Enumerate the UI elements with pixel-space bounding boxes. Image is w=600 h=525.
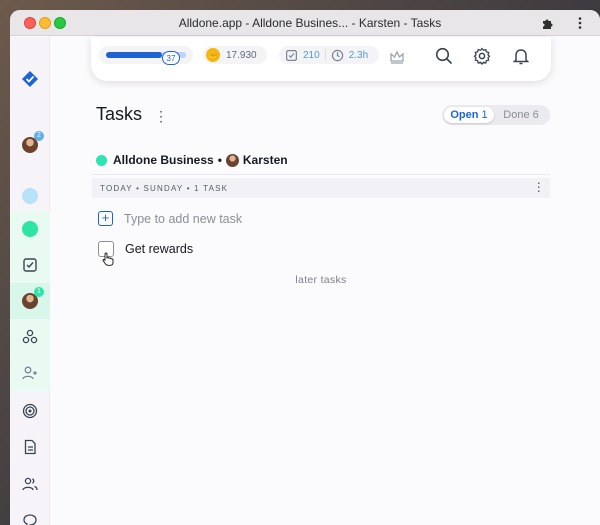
notification-badge: 2	[34, 131, 44, 141]
day-header-label: TODAY • SUNDAY • 1 TASK	[100, 183, 229, 193]
close-window-button[interactable]	[24, 17, 36, 29]
minimize-window-button[interactable]	[39, 17, 51, 29]
project-color-dot	[22, 188, 38, 204]
open-done-toggle: Open 1 Done 6	[442, 105, 550, 125]
contacts-icon	[22, 477, 38, 491]
integrations-icon	[22, 329, 38, 344]
gold-amount: 17.930	[226, 49, 257, 61]
title-bar: Alldone.app - Alldone Busines... - Karst…	[10, 10, 600, 36]
avatar: 1	[22, 287, 44, 309]
tab-done-label: Done	[503, 109, 530, 121]
later-tasks-link[interactable]: later tasks	[92, 274, 550, 286]
sidebar-item-add-user[interactable]	[10, 355, 50, 391]
settings-gear-icon[interactable]	[473, 47, 491, 65]
sidebar-item-notes[interactable]	[10, 429, 50, 465]
project-name: Alldone Business	[113, 153, 214, 167]
notifications-bell-icon[interactable]	[512, 47, 530, 65]
day-more-options-icon[interactable]: ⋮	[533, 180, 546, 194]
hand-pointer-cursor-icon	[102, 252, 114, 266]
extensions-icon[interactable]	[540, 15, 556, 31]
task-title[interactable]: Get rewards	[125, 242, 193, 256]
maximize-window-button[interactable]	[54, 17, 66, 29]
sidebar-project-green[interactable]	[10, 211, 50, 247]
top-bar: 37 ✊ 17.930 210 2.3h	[91, 37, 551, 81]
sidebar-project-blue[interactable]	[10, 178, 50, 214]
progress-track: 37	[106, 51, 186, 65]
title-more-options-icon[interactable]: ⋮	[154, 108, 168, 125]
sidebar-item-user-active[interactable]: 1	[10, 283, 50, 319]
project-color-dot	[96, 154, 107, 166]
done-count: 210	[303, 49, 320, 61]
tab-open-count: 1	[481, 109, 488, 121]
gold-counter[interactable]: ✊ 17.930	[203, 46, 267, 64]
avatar: 2	[22, 131, 44, 153]
sidebar-item-tasks[interactable]	[10, 247, 50, 283]
app-window: Alldone.app - Alldone Busines... - Karst…	[10, 10, 600, 525]
user-avatar	[225, 153, 239, 167]
done-tasks-icon	[286, 49, 297, 61]
level-badge: 37	[162, 51, 180, 65]
project-header[interactable]: Alldone Business • Karsten	[96, 152, 288, 168]
level-progress[interactable]: 37	[99, 46, 193, 65]
tab-done-count: 6	[532, 109, 539, 121]
stats-pill[interactable]: 210 2.3h	[279, 46, 379, 64]
crown-icon[interactable]	[389, 49, 405, 65]
section-divider	[92, 174, 550, 175]
progress-fill	[106, 52, 162, 58]
search-icon[interactable]	[435, 47, 453, 65]
tab-done[interactable]: Done 6	[494, 107, 548, 123]
tab-open[interactable]: Open 1	[444, 107, 494, 123]
add-task-input[interactable]: Type to add new task	[124, 212, 242, 226]
sidebar-item-chats[interactable]	[10, 503, 50, 525]
alldone-logo-icon	[22, 71, 38, 87]
target-icon	[22, 403, 38, 419]
notification-badge: 1	[34, 287, 44, 297]
window-title: Alldone.app - Alldone Busines... - Karst…	[178, 16, 442, 30]
alldone-logo[interactable]	[10, 61, 50, 97]
more-menu-icon[interactable]	[572, 15, 588, 31]
user-name: Karsten	[242, 153, 288, 167]
sidebar-item-integrations[interactable]	[10, 319, 50, 355]
chat-icon	[23, 514, 37, 525]
add-user-icon	[22, 366, 37, 380]
sidebar-item-goals[interactable]	[10, 393, 50, 429]
tab-open-label: Open	[450, 109, 479, 121]
sidebar: 2 1	[10, 37, 50, 525]
day-header: TODAY • SUNDAY • 1 TASK ⋮	[92, 178, 550, 198]
page-title: Tasks	[96, 104, 143, 124]
tasks-icon	[23, 258, 37, 272]
time-spent: 2.3h	[348, 49, 369, 61]
divider	[324, 49, 326, 61]
sidebar-user-avatar[interactable]: 2	[10, 127, 50, 163]
gold-coin-icon: ✊	[206, 48, 220, 62]
add-task-plus-icon: +	[98, 211, 113, 226]
project-color-dot	[22, 221, 38, 237]
separator-bullet: •	[217, 153, 222, 167]
clock-icon	[331, 49, 343, 61]
note-icon	[24, 439, 36, 455]
add-task-row[interactable]: + Type to add new task	[98, 211, 242, 226]
sidebar-item-contacts[interactable]	[10, 466, 50, 502]
